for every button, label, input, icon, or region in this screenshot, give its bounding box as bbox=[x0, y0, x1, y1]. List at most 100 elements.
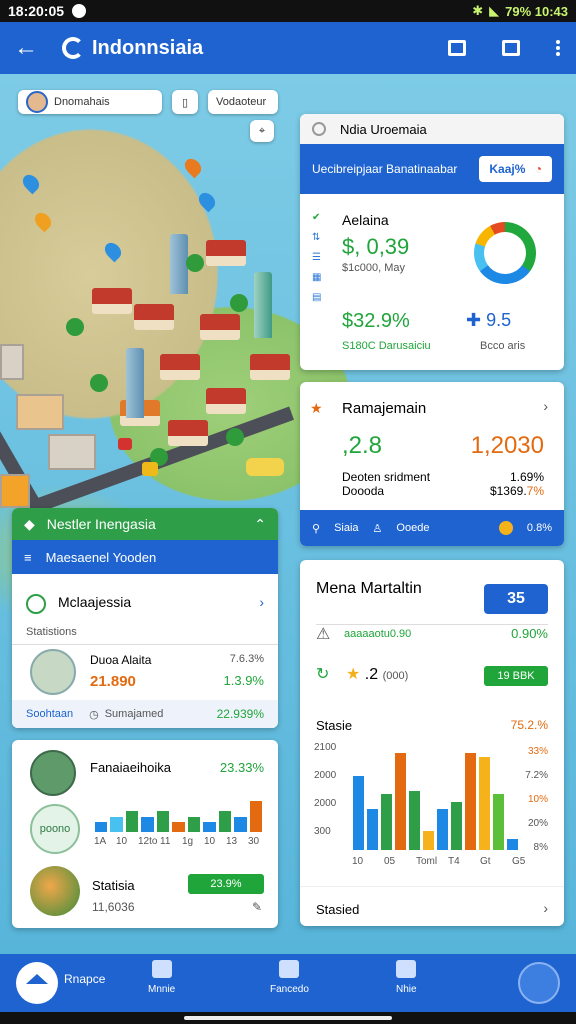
status-right: 79% 10:43 bbox=[505, 3, 568, 19]
chart-ytick: 2100 bbox=[314, 742, 337, 753]
chart-bar bbox=[172, 821, 185, 832]
chart-bar bbox=[465, 753, 476, 850]
compass-button[interactable]: ⌖ bbox=[250, 120, 274, 142]
chart-xtick: 05 bbox=[384, 856, 396, 867]
stats-button[interactable]: 23.9% bbox=[188, 874, 264, 894]
indonesia-card[interactable]: ◆ Nestler Inengasia ⌃ ≡ Maesaenel Yooden… bbox=[12, 508, 278, 728]
nav-item-favorites[interactable]: Fancedo bbox=[270, 960, 309, 995]
refresh-icon[interactable]: ↻ bbox=[316, 664, 329, 684]
map-icon bbox=[151, 960, 172, 978]
status-bar: 18:20:05 ✱ ◣ 79% 10:43 bbox=[0, 0, 576, 22]
ramajemain-row2-value-wrap: $1369.7% bbox=[490, 484, 544, 498]
map-pin-icon[interactable] bbox=[195, 189, 219, 213]
region-donut-chart bbox=[474, 222, 536, 284]
chart-xtick: 10 bbox=[116, 836, 128, 847]
chevron-right-icon[interactable]: › bbox=[259, 594, 264, 610]
mena-row2-button[interactable]: 19 BBK bbox=[484, 666, 548, 686]
indonesia-item[interactable]: Duoa Alaita 21.890 7.6.3% 1.3.9% bbox=[12, 644, 278, 700]
more-vert-icon[interactable] bbox=[556, 40, 562, 56]
fab-button[interactable] bbox=[518, 962, 560, 1004]
chart-xtick: 11 bbox=[160, 836, 171, 847]
check-icon: ✔ bbox=[312, 212, 321, 223]
chart-bar bbox=[156, 811, 170, 832]
user-chip[interactable]: Dnomahais bbox=[18, 90, 162, 114]
back-arrow-icon[interactable]: ← bbox=[14, 34, 48, 62]
map-pin-icon[interactable] bbox=[181, 155, 205, 179]
region-value3: 9.5 bbox=[486, 310, 512, 330]
mena-footer[interactable]: Stasied bbox=[316, 902, 359, 917]
chart-bar bbox=[493, 794, 504, 850]
nav-item-more[interactable]: Nhie bbox=[396, 960, 417, 995]
expand-icon[interactable] bbox=[448, 40, 466, 56]
region-card-header-label: Ndia Uroemaia bbox=[340, 121, 427, 137]
region-title: Aelaina bbox=[342, 212, 389, 228]
region-bluebar-button-label: Kaaj% bbox=[489, 162, 526, 176]
region-card-header: Ndia Uroemaia bbox=[300, 114, 564, 144]
grid-icon bbox=[396, 960, 417, 978]
ramajemain-title: Ramajemain bbox=[342, 400, 427, 417]
app-logo-icon bbox=[62, 37, 84, 59]
nav-item-home[interactable]: Rnapce bbox=[64, 972, 105, 986]
mena-row2-button-label: 19 BBK bbox=[497, 670, 535, 682]
mena-row1-value: 0.90% bbox=[511, 626, 548, 641]
ramajemain-card[interactable]: ★ Ramajemain › ,2.8 1,2030 Deoten sridme… bbox=[300, 382, 564, 546]
chevron-right-icon[interactable]: › bbox=[543, 900, 548, 916]
avatar bbox=[26, 91, 48, 113]
edit-icon[interactable]: ✎ bbox=[252, 900, 262, 914]
collapse-icon[interactable]: ⌃ bbox=[254, 516, 266, 533]
coin-icon bbox=[498, 521, 513, 535]
indonesia-footer-mid[interactable]: Sumajamed bbox=[105, 708, 164, 720]
stats-card[interactable]: Fanaiaeihoika 23.33% poono 1A 10 12to 11 1g 1… bbox=[12, 740, 278, 928]
home-button[interactable] bbox=[16, 962, 58, 1004]
list-icon: ☰ bbox=[312, 252, 321, 263]
nav-item-more-label: Nhie bbox=[396, 984, 417, 995]
chevron-right-icon[interactable]: › bbox=[543, 398, 548, 414]
chart-bar bbox=[451, 801, 462, 850]
chart-bar bbox=[395, 753, 406, 850]
doc-icon: ▤ bbox=[312, 292, 322, 303]
chart-bar bbox=[353, 775, 364, 850]
map-pin-icon[interactable] bbox=[19, 171, 43, 195]
compass-icon: ⌖ bbox=[258, 124, 266, 137]
chart-xtick: Gt bbox=[480, 856, 491, 867]
chart-right-label: 10% bbox=[527, 794, 548, 805]
nav-item-maps[interactable]: Mnnie bbox=[148, 960, 175, 995]
chart-bar bbox=[367, 809, 378, 850]
layers-button[interactable]: ▯ bbox=[172, 90, 198, 114]
ramajemain-footer-a[interactable]: Siaia bbox=[334, 522, 358, 534]
search-icon[interactable]: ⚲ bbox=[312, 522, 320, 535]
badge-icon: poono bbox=[30, 804, 80, 854]
indonesia-footer-left[interactable]: Soohtaan bbox=[26, 708, 73, 720]
mena-badge[interactable]: 35 bbox=[484, 584, 548, 614]
book-icon[interactable] bbox=[502, 40, 520, 56]
map-pin-icon[interactable] bbox=[31, 209, 55, 233]
chart-bar bbox=[187, 816, 201, 832]
map-pin-icon[interactable] bbox=[101, 239, 125, 263]
chart-bar bbox=[95, 821, 108, 832]
region-value2: $32.9% bbox=[342, 310, 410, 332]
region-bluebar-button[interactable]: Kaaj% ◔ bbox=[479, 156, 552, 182]
region-card[interactable]: Ndia Uroemaia Uecibreipjaar Banatinaabar… bbox=[300, 114, 564, 370]
app-bar: ← Indonnsiaia bbox=[0, 22, 576, 74]
indonesia-section-title: Mclaajessia bbox=[58, 594, 132, 610]
ramajemain-row2-label: Doooda bbox=[342, 484, 385, 498]
status-time: 18:20:05 bbox=[8, 3, 65, 19]
indonesia-green-header: ◆ Nestler Inengasia ⌃ bbox=[12, 508, 278, 540]
filter-chip[interactable]: Vodaoteur bbox=[208, 90, 278, 114]
indonesia-item-title: Duoa Alaita bbox=[90, 653, 152, 667]
stats-button-label: 23.9% bbox=[210, 878, 242, 890]
chart-bar bbox=[249, 801, 262, 832]
chart-xtick: Toml bbox=[416, 856, 438, 867]
app-notification-icon bbox=[72, 4, 87, 18]
ramajemain-left-value: ,2.8 bbox=[342, 432, 383, 459]
ramajemain-row1-label: Deoten sridment bbox=[342, 470, 431, 484]
chart-xtick: 12to bbox=[138, 836, 158, 847]
mena-stats-title: Stasie bbox=[316, 718, 353, 733]
mena-card[interactable]: Mena Martaltin 35 ⚠ aaaaaotu0.90 0.90% ↻… bbox=[300, 560, 564, 926]
landmark-icon bbox=[30, 750, 76, 796]
ramajemain-footer-value: 0.8% bbox=[526, 522, 552, 534]
chart-right-label: 33% bbox=[527, 746, 548, 757]
page-title: Indonnsiaia bbox=[92, 36, 204, 59]
chart-bar bbox=[141, 816, 154, 832]
ramajemain-footer-b[interactable]: Ooede bbox=[396, 522, 429, 534]
